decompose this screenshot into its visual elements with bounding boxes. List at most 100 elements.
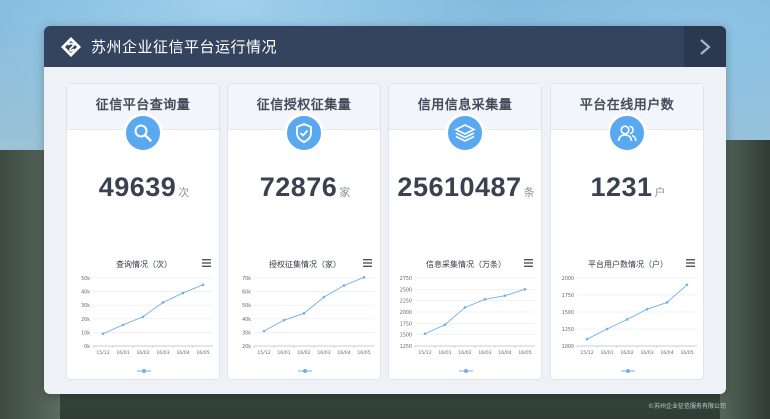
data-point	[585, 337, 589, 341]
x-tick-label: 16/02	[458, 350, 471, 356]
data-point	[443, 323, 447, 326]
card-online-users: 平台在线用户数 1231 户 平台用户数情况（户） 1000 1250 1500 175…	[550, 83, 704, 380]
data-point	[362, 276, 366, 279]
data-point	[302, 312, 306, 315]
line-chart: 0k 10k 20k 30k 40k 50k 15/12 16/01 16/02 16/03 16/…	[81, 276, 213, 356]
line-chart: 20k 30k 40k 50k 60k 70k 15/12 16/01 16/02 16/03 16…	[242, 276, 374, 356]
x-tick-label: 15/12	[580, 350, 593, 356]
card-collection-volume: 信用信息采集量 25610487 条 信息采集情况（万条） 1250 1500 175…	[388, 83, 542, 380]
x-tick-label: 16/01	[277, 350, 290, 356]
y-tick-label: 1250	[562, 327, 574, 333]
data-point	[645, 307, 649, 311]
data-point	[121, 323, 125, 327]
menu-icon[interactable]	[686, 259, 695, 267]
x-tick-label: 16/03	[156, 350, 169, 356]
search-icon	[123, 113, 163, 153]
x-tick-label: 15/12	[418, 350, 431, 356]
stat-number: 72876	[259, 172, 338, 202]
menu-icon[interactable]	[202, 259, 211, 267]
menu-icon[interactable]	[363, 259, 372, 267]
legend-marker[interactable]	[459, 368, 473, 374]
y-tick-label: 0k	[84, 344, 90, 350]
y-tick-label: 1750	[400, 321, 412, 327]
x-tick-label: 16/02	[136, 350, 149, 356]
data-point	[181, 291, 185, 295]
y-tick-label: 50k	[81, 276, 90, 282]
stat-value: 1231 户	[551, 172, 705, 203]
chart-title: 查询情况（次）	[116, 260, 172, 269]
x-tick-label: 16/05	[357, 350, 370, 356]
chart-title: 平台用户数情况（户）	[588, 260, 668, 269]
data-point	[141, 315, 145, 319]
next-page-button[interactable]	[684, 26, 726, 67]
data-point	[161, 301, 165, 304]
y-tick-label: 1750	[562, 293, 574, 299]
stat-unit: 次	[178, 186, 190, 199]
data-point	[201, 283, 205, 287]
series-line	[102, 284, 204, 335]
header-bar: 苏州企业征信平台运行情况	[44, 26, 726, 67]
stat-unit: 户	[654, 186, 666, 199]
y-tick-label: 10k	[81, 330, 90, 336]
x-tick-label: 16/04	[176, 350, 189, 356]
card-query-volume: 征信平台查询量 49639 次 查询情况（次） 0k 10k 20k 30k 40k 50k…	[66, 83, 220, 380]
legend-marker[interactable]	[137, 368, 151, 374]
data-point	[625, 318, 629, 321]
data-point	[685, 283, 689, 287]
stat-number: 1231	[590, 172, 653, 202]
x-tick-label: 16/03	[478, 350, 491, 356]
x-tick-label: 16/03	[317, 350, 330, 356]
chart-title: 授权征集情况（家）	[269, 260, 341, 269]
y-tick-label: 2250	[400, 299, 412, 305]
data-point	[503, 294, 507, 297]
y-tick-label: 2750	[400, 276, 412, 282]
legend-marker[interactable]	[621, 368, 635, 374]
y-tick-label: 1250	[400, 344, 412, 350]
data-point	[665, 301, 669, 304]
y-tick-label: 2000	[400, 310, 412, 316]
stat-unit: 家	[339, 186, 351, 199]
stat-unit: 条	[523, 186, 535, 199]
layers-icon	[445, 113, 485, 153]
y-tick-label: 1500	[400, 333, 412, 339]
y-tick-label: 40k	[242, 317, 251, 323]
y-tick-label: 20k	[242, 344, 251, 350]
line-chart: 1250 1500 1750 2000 2250 2500 2750 15/12 16/01 16…	[400, 276, 535, 356]
legend-marker[interactable]	[298, 368, 312, 374]
series-line	[424, 288, 526, 335]
x-tick-label: 16/01	[116, 350, 129, 356]
data-point	[605, 327, 609, 331]
y-tick-label: 1000	[562, 344, 574, 350]
dashboard-panel: 苏州企业征信平台运行情况 征信平台查询量 49639 次 查询情况（次） 0k …	[44, 26, 726, 394]
x-tick-label: 15/12	[257, 350, 270, 356]
x-tick-label: 16/04	[660, 350, 673, 356]
series-line	[263, 276, 365, 332]
line-chart: 1000 1250 1500 1750 2000 15/12 16/01 16/02 16/03…	[562, 276, 697, 356]
x-tick-label: 16/05	[680, 350, 693, 356]
copyright-text: ©苏州企业征信服务有限公司	[647, 403, 726, 410]
data-point	[282, 318, 286, 322]
x-tick-label: 16/02	[297, 350, 310, 356]
x-tick-label: 16/04	[337, 350, 350, 356]
y-tick-label: 20k	[81, 317, 90, 323]
menu-icon[interactable]	[524, 259, 533, 267]
data-point	[342, 284, 346, 287]
card-authorization-volume: 征信授权征集量 72876 家 授权征集情况（家） 20k 30k 40k 50k 60k…	[227, 83, 381, 380]
x-tick-label: 15/12	[96, 350, 109, 356]
x-tick-label: 16/05	[518, 350, 531, 356]
x-tick-label: 16/04	[498, 350, 511, 356]
y-tick-label: 2000	[562, 276, 574, 282]
y-tick-label: 50k	[242, 303, 251, 309]
x-tick-label: 16/03	[640, 350, 653, 356]
page-title: 苏州企业征信平台运行情况	[91, 38, 278, 56]
chevron-right-icon	[700, 38, 711, 55]
stat-number: 25610487	[397, 172, 522, 202]
stat-value: 25610487 条	[389, 172, 543, 203]
stat-value: 72876 家	[228, 172, 382, 203]
stat-cards: 征信平台查询量 49639 次 查询情况（次） 0k 10k 20k 30k 40k 50k…	[66, 83, 704, 381]
stat-number: 49639	[98, 172, 177, 202]
data-point	[463, 306, 467, 309]
logo-icon	[60, 36, 82, 58]
stat-value: 49639 次	[67, 172, 221, 203]
shield-check-icon	[284, 113, 324, 153]
